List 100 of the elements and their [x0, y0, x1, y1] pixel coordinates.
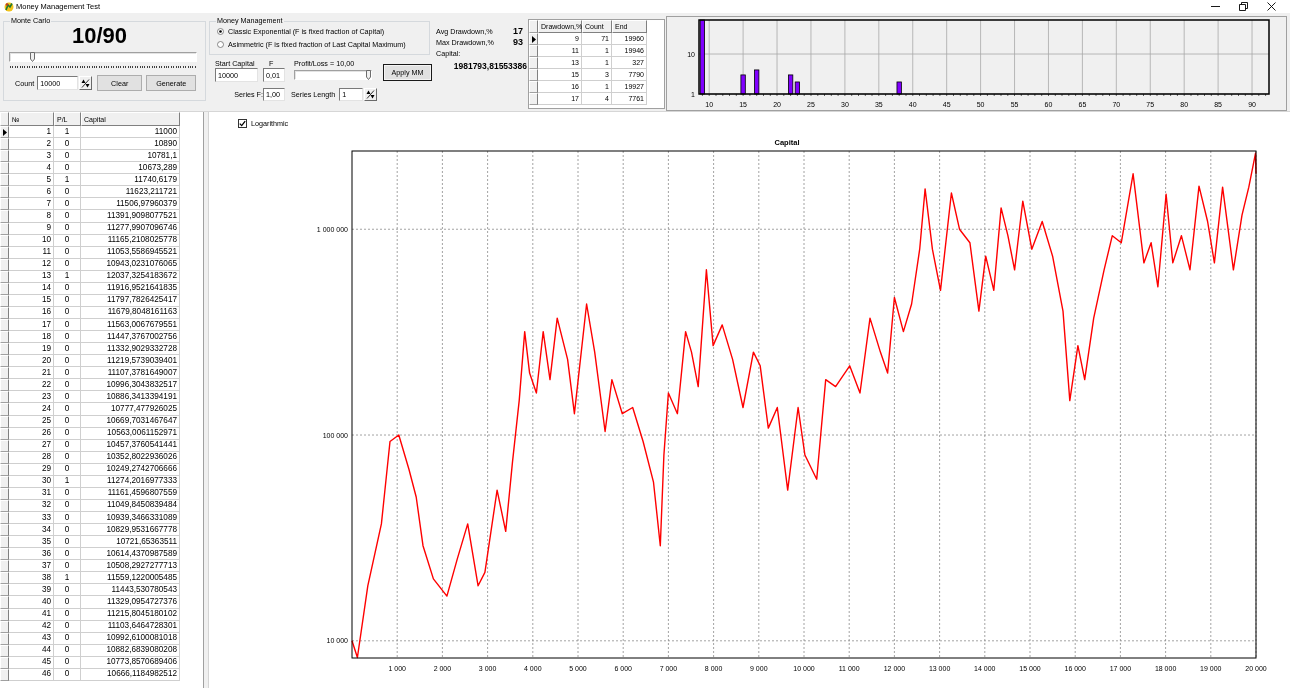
table-cell: 11000 — [81, 126, 180, 139]
table-cell: 0 — [54, 536, 81, 549]
table-cell: 11679,8048161163 — [81, 306, 180, 319]
table-cell: 11559,1220005485 — [81, 572, 180, 585]
table-cell: 0 — [54, 355, 81, 368]
table-cell: 5 — [9, 174, 54, 187]
table-cell: 0 — [54, 162, 81, 175]
histogram-bar — [740, 74, 746, 95]
table-cell: 0 — [54, 548, 81, 561]
table-cell: 13 — [9, 270, 54, 283]
spin-button[interactable] — [364, 88, 378, 101]
table-cell: 10992,6100081018 — [81, 632, 180, 645]
table-cell: 3 — [9, 150, 54, 163]
table-cell: 24 — [9, 403, 54, 416]
restore-icon[interactable] — [1239, 2, 1248, 11]
table-cell: 0 — [54, 512, 81, 525]
table-cell: 33 — [9, 512, 54, 525]
table-cell: 10669,7031467647 — [81, 415, 180, 428]
table-cell: 11053,5586945521 — [81, 246, 180, 259]
table-cell: 10996,3043832517 — [81, 379, 180, 392]
table-cell: 44 — [9, 644, 54, 657]
table-cell: 0 — [54, 620, 81, 633]
table-cell: 27 — [9, 439, 54, 452]
table-cell: 11103,6464728301 — [81, 620, 180, 633]
radio-button[interactable] — [217, 28, 224, 35]
table-cell: 1 — [54, 174, 81, 187]
table-cell: 1 — [54, 475, 81, 488]
table-cell: 10829,9531667778 — [81, 524, 180, 537]
table-cell: 14 — [9, 282, 54, 295]
table-cell: 10781,1 — [81, 150, 180, 163]
close-icon[interactable] — [1267, 2, 1276, 11]
table-cell: 31 — [9, 487, 54, 500]
slider-track[interactable] — [294, 70, 372, 80]
table-cell: 2 — [9, 138, 54, 151]
table-cell: 0 — [54, 246, 81, 259]
table-cell: 4 — [9, 162, 54, 175]
table-cell: 0 — [54, 198, 81, 211]
table-cell: 0 — [54, 487, 81, 500]
table-cell: 15 — [9, 294, 54, 307]
table-cell: 10721,65363511 — [81, 536, 180, 549]
slider-track[interactable] — [9, 52, 197, 62]
table-cell: 10773,8570689406 — [81, 656, 180, 669]
table-cell: 10673,289 — [81, 162, 180, 175]
table-cell: 43 — [9, 632, 54, 645]
table-cell: 10939,3466331089 — [81, 512, 180, 525]
table-cell: 10882,6839080208 — [81, 644, 180, 657]
table-cell: 0 — [54, 138, 81, 151]
row-indicator[interactable] — [0, 126, 9, 139]
table-cell: 34 — [9, 524, 54, 537]
table-cell: 35 — [9, 536, 54, 549]
table-cell: 11443,530780543 — [81, 584, 180, 597]
table-cell: 10457,3760541441 — [81, 439, 180, 452]
slider-thumb[interactable] — [366, 70, 371, 80]
table-cell: 23 — [9, 391, 54, 404]
table-cell: 8 — [9, 210, 54, 223]
table-cell: 0 — [54, 439, 81, 452]
table-cell: 11274,2016977333 — [81, 475, 180, 488]
table-cell: 11215,8045180102 — [81, 608, 180, 621]
triangle-icon — [2, 128, 7, 136]
table-cell: 1 — [54, 270, 81, 283]
stat-value: 17 — [513, 26, 523, 37]
table-cell: 10777,477926025 — [81, 403, 180, 416]
table-cell: 12 — [9, 258, 54, 271]
table-cell: 1 — [54, 126, 81, 139]
table-cell: 10508,2927277713 — [81, 560, 180, 573]
table-cell: 0 — [54, 379, 81, 392]
table-cell: 16 — [9, 306, 54, 319]
table-cell: 10614,4370987589 — [81, 548, 180, 561]
radio-button[interactable] — [217, 41, 224, 48]
table-cell: 11277,9907096746 — [81, 222, 180, 235]
table-cell: 11391,9098077521 — [81, 210, 180, 223]
checkbox[interactable] — [238, 119, 247, 128]
table-cell: 12037,3254183672 — [81, 270, 180, 283]
table-cell: 10563,0061152971 — [81, 427, 180, 440]
table-cell: 40 — [9, 596, 54, 609]
slider-thumb[interactable] — [29, 52, 35, 62]
table-cell: 41 — [9, 608, 54, 621]
table-cell: 11332,9029332728 — [81, 343, 180, 356]
up-down-arrows-icon — [366, 90, 376, 99]
triangle-icon — [531, 35, 536, 43]
checkmark-icon — [239, 120, 246, 127]
row-indicator[interactable] — [529, 33, 538, 45]
table-cell: 45 — [9, 656, 54, 669]
table-cell: 11740,6179 — [81, 174, 180, 187]
table-cell: 11 — [9, 246, 54, 259]
table-cell: 0 — [54, 463, 81, 476]
table-cell: 0 — [54, 319, 81, 332]
table-cell: 0 — [54, 343, 81, 356]
table-cell: 11049,8450839484 — [81, 499, 180, 512]
table-cell: 0 — [54, 403, 81, 416]
spin-button[interactable] — [79, 76, 93, 90]
table-cell: 0 — [54, 186, 81, 199]
table-cell: 6 — [9, 186, 54, 199]
table-cell: 28 — [9, 451, 54, 464]
table-cell: 0 — [54, 596, 81, 609]
table-cell: 0 — [54, 427, 81, 440]
table-cell: 11219,5739039401 — [81, 355, 180, 368]
table-cell: 10943,0231076065 — [81, 258, 180, 271]
table-cell: 10249,2742706666 — [81, 463, 180, 476]
table-cell: 0 — [54, 524, 81, 537]
